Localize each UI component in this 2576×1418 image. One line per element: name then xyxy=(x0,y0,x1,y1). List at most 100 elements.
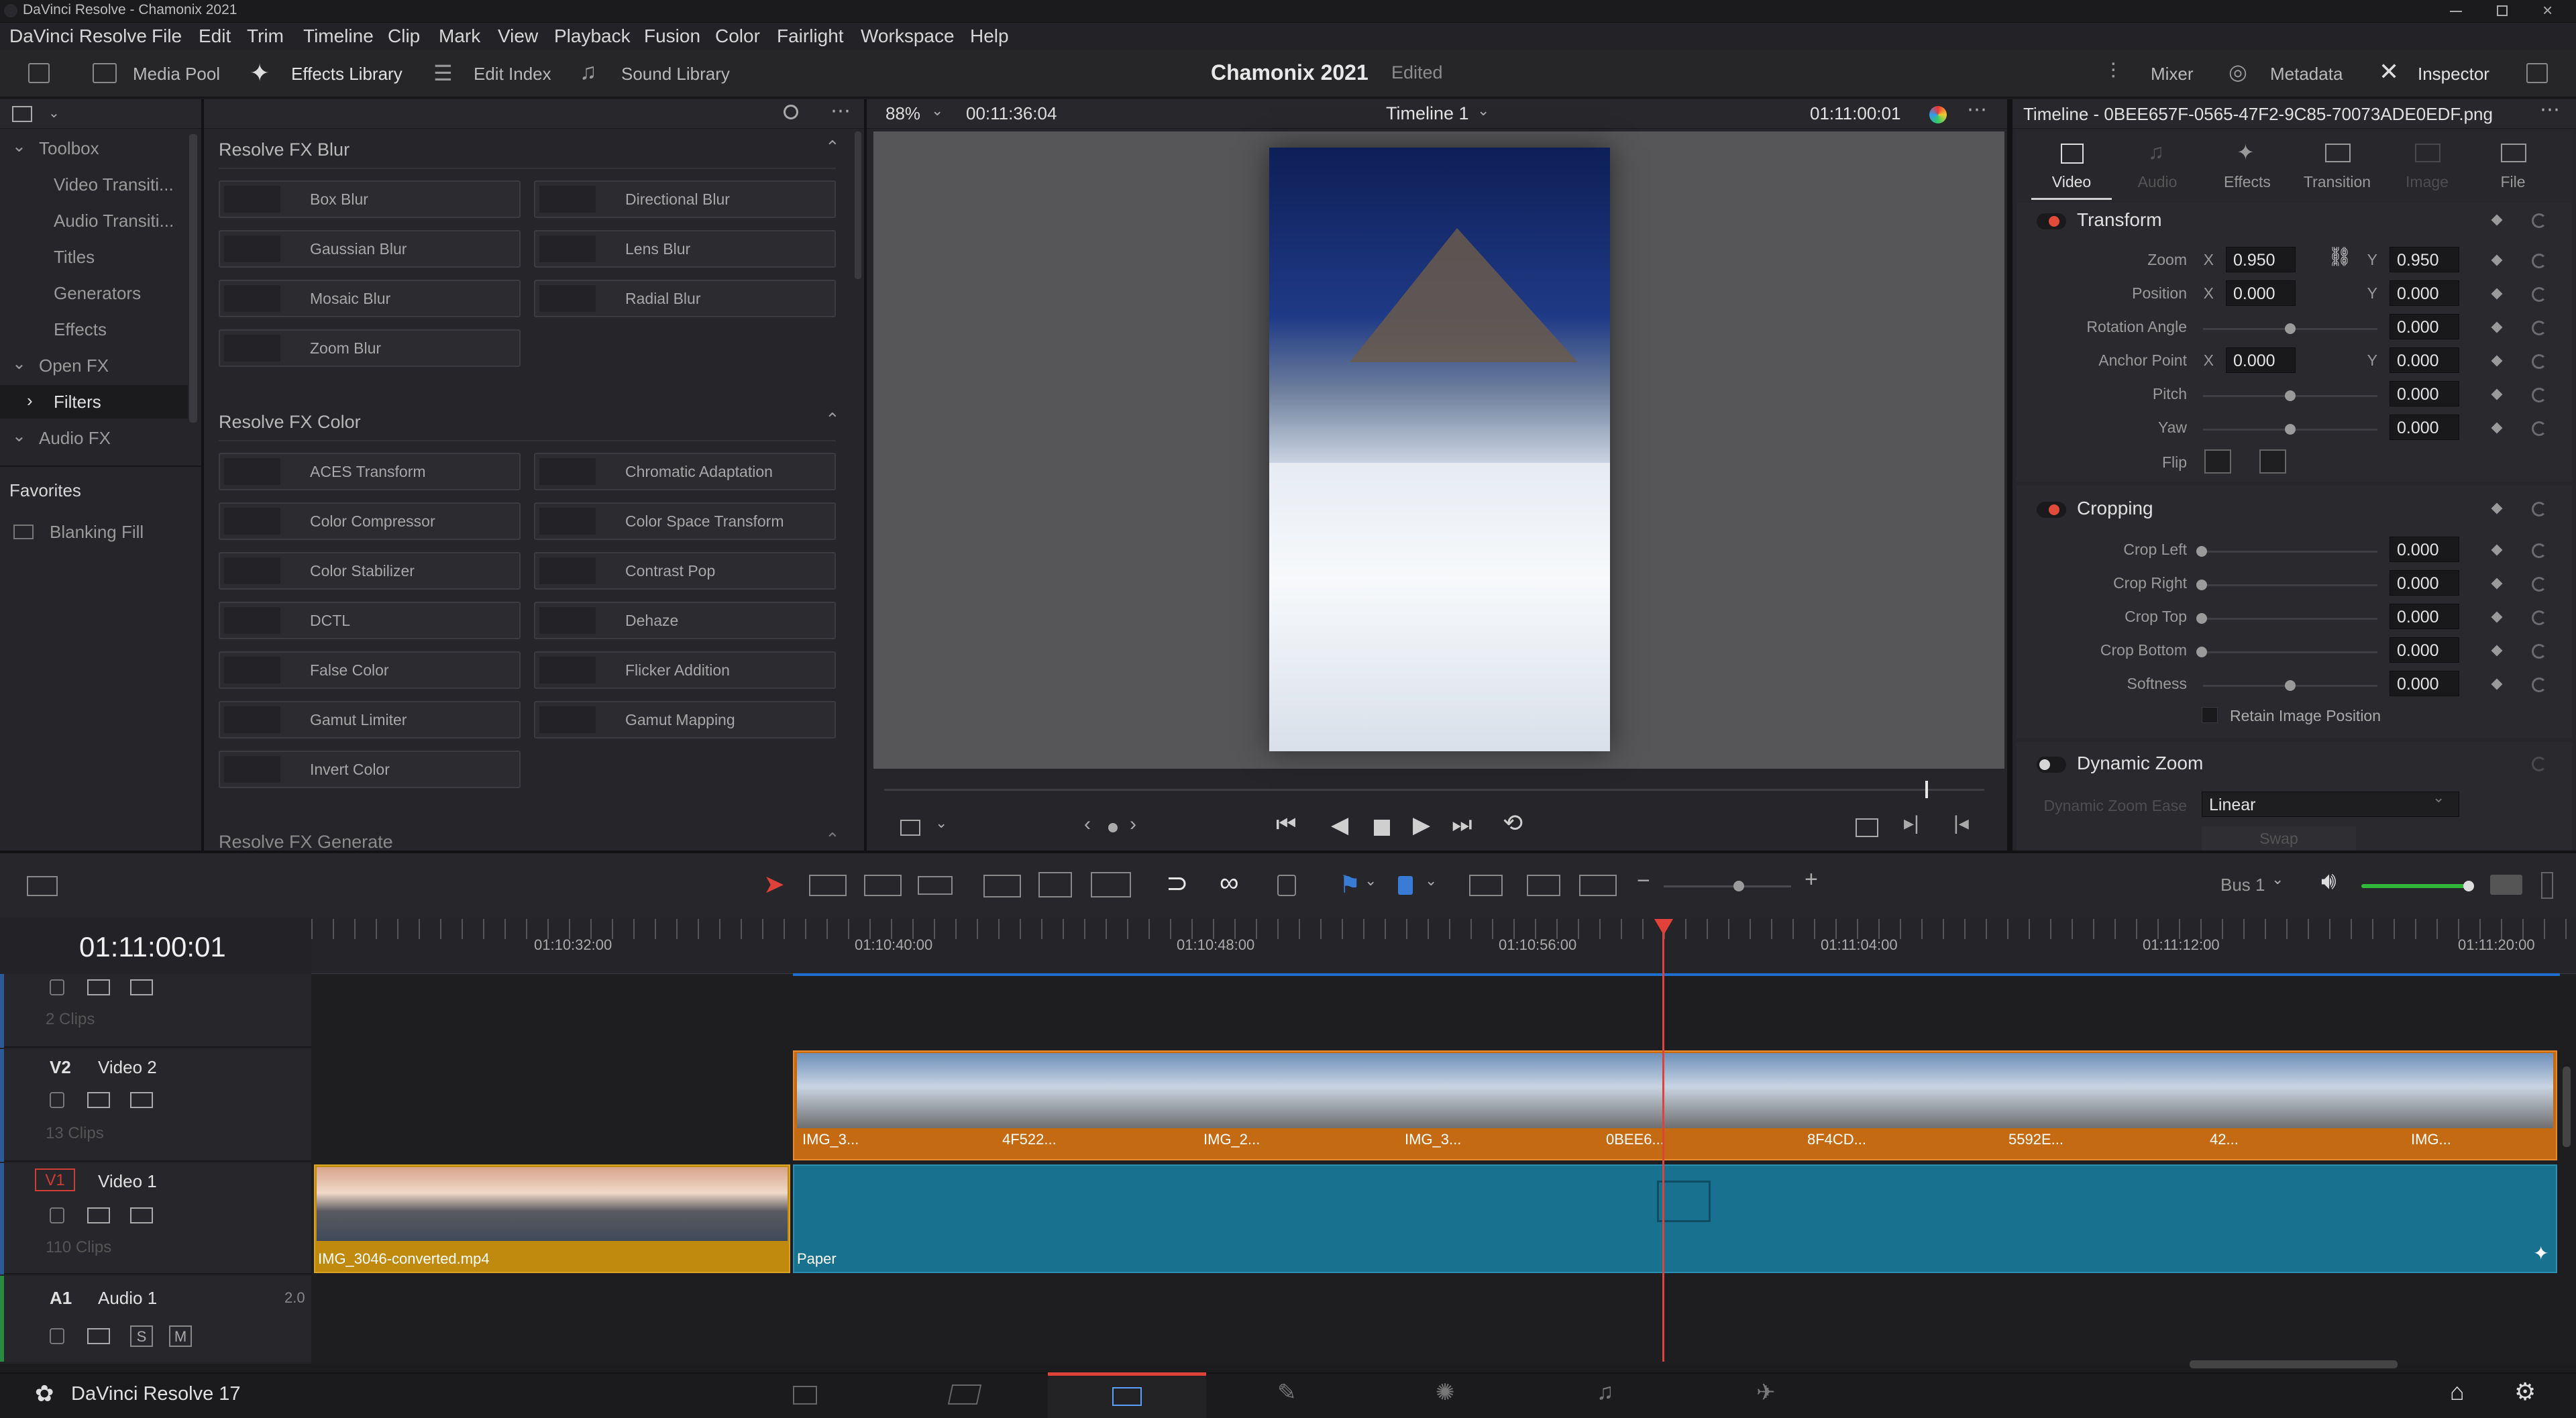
tab-image[interactable]: Image xyxy=(2387,135,2467,200)
timeline-selector[interactable]: Timeline 1 xyxy=(1386,103,1469,124)
collapse-icon[interactable]: ⌃ xyxy=(825,409,840,430)
tree-item-toolbox[interactable]: Toolbox xyxy=(39,138,99,159)
retain-position-checkbox[interactable] xyxy=(2202,707,2218,723)
effect-lens-blur[interactable]: Lens Blur xyxy=(534,230,836,268)
tree-selected-row[interactable]: › Filters xyxy=(0,385,188,419)
effect-aces-transform[interactable]: ACES Transform xyxy=(219,453,521,490)
tab-transition[interactable]: Transition xyxy=(2297,135,2377,200)
zoom-full-icon[interactable] xyxy=(1469,875,1503,896)
reset-icon[interactable] xyxy=(2532,677,2546,692)
home-icon[interactable]: ⌂ xyxy=(2450,1378,2465,1406)
collapse-icon[interactable]: ⌃ xyxy=(825,829,840,850)
media-page-icon[interactable] xyxy=(793,1386,817,1405)
chevron-down-icon[interactable]: ⌄ xyxy=(2432,789,2445,806)
collapse-icon[interactable]: ⌃ xyxy=(825,137,840,158)
v1-clip-label[interactable]: Paper xyxy=(797,1250,837,1268)
panel-toggle-right-icon[interactable] xyxy=(2526,63,2548,83)
tree-chevron-icon[interactable]: ⌄ xyxy=(12,426,26,446)
yaw-slider-knob[interactable] xyxy=(2285,424,2296,435)
v2-clip-label[interactable]: 8F4CD... xyxy=(1807,1131,1866,1148)
position-x-field[interactable]: 0.000 xyxy=(2226,280,2296,306)
media-pool-icon[interactable] xyxy=(93,63,117,83)
reset-icon[interactable] xyxy=(2532,421,2546,436)
zoom-in-icon[interactable]: + xyxy=(1805,867,1818,893)
reset-icon[interactable] xyxy=(2532,757,2546,771)
anchor-x-field[interactable]: 0.000 xyxy=(2226,347,2296,373)
effect-gaussian-blur[interactable]: Gaussian Blur xyxy=(219,230,521,268)
more-options-icon[interactable]: ⋯ xyxy=(830,99,851,123)
pitch-slider-knob[interactable] xyxy=(2285,390,2296,401)
menu-view[interactable]: View xyxy=(498,23,538,50)
v2-clip-label[interactable]: 0BEE6... xyxy=(1606,1131,1664,1148)
tab-video[interactable]: Video xyxy=(2031,135,2112,200)
auto-select-icon[interactable] xyxy=(87,1328,110,1344)
menu-mark[interactable]: Mark xyxy=(439,23,480,50)
solo-button[interactable]: S xyxy=(130,1325,153,1347)
blade-tool-icon[interactable] xyxy=(918,876,953,895)
go-to-end-icon[interactable]: ⏭ xyxy=(1452,812,1472,838)
dynamic-trim-icon[interactable] xyxy=(864,875,902,896)
volume-knob[interactable] xyxy=(2463,881,2474,891)
crop-right-field[interactable]: 0.000 xyxy=(2390,570,2459,596)
reset-icon[interactable] xyxy=(2532,502,2546,516)
effect-flicker-addition[interactable]: Flicker Addition xyxy=(534,651,836,689)
reset-icon[interactable] xyxy=(2532,644,2546,659)
zoom-x-field[interactable]: 0.950 xyxy=(2226,247,2296,272)
timeline-vertical-scrollbar[interactable] xyxy=(2563,1067,2571,1147)
a1-track-name[interactable]: Audio 1 xyxy=(98,1288,157,1309)
timeline-view-options-icon[interactable] xyxy=(27,876,58,896)
loop-icon[interactable]: ⟲ xyxy=(1503,809,1523,837)
effect-color-stabilizer[interactable]: Color Stabilizer xyxy=(219,552,521,590)
chevron-down-icon[interactable]: ⌄ xyxy=(1477,102,1489,119)
lock-icon[interactable] xyxy=(50,1328,64,1344)
chevron-down-icon[interactable]: ⌄ xyxy=(1364,872,1377,889)
v2-track-id[interactable]: V2 xyxy=(50,1057,71,1078)
match-frame-icon[interactable] xyxy=(1856,818,1878,837)
tree-item-effects[interactable]: Effects xyxy=(54,319,107,340)
insert-clip-icon[interactable] xyxy=(983,875,1021,897)
crop-left-slider[interactable] xyxy=(2203,551,2377,553)
timeline-zoom-slider[interactable] xyxy=(1664,885,1791,887)
volume-icon[interactable]: 🔊︎ xyxy=(2321,867,2337,895)
sound-library-button[interactable]: Sound Library xyxy=(621,62,730,86)
effects-library-icon[interactable]: ✦ xyxy=(250,59,270,87)
menu-clip[interactable]: Clip xyxy=(388,23,420,50)
v1-clip-label[interactable]: IMG_3046-converted.mp4 xyxy=(318,1250,490,1268)
sound-library-icon[interactable]: ♫ xyxy=(580,59,597,85)
zoom-y-field[interactable]: 0.950 xyxy=(2390,247,2459,272)
search-icon[interactable] xyxy=(784,105,798,119)
effect-zoom-blur[interactable]: Zoom Blur xyxy=(219,329,521,367)
snapping-icon[interactable]: ⊃ xyxy=(1166,868,1189,899)
zoom-out-icon[interactable]: − xyxy=(1637,868,1650,894)
flip-vertical-icon[interactable] xyxy=(2259,449,2286,474)
crop-top-slider[interactable] xyxy=(2203,618,2377,620)
effect-dehaze[interactable]: Dehaze xyxy=(534,602,836,639)
reset-icon[interactable] xyxy=(2532,254,2546,268)
menu-playback[interactable]: Playback xyxy=(554,23,631,50)
fusion-page-icon[interactable]: ✎ xyxy=(1277,1379,1297,1406)
effect-box-blur[interactable]: Box Blur xyxy=(219,180,521,218)
mute-button[interactable]: M xyxy=(169,1325,192,1347)
tab-audio[interactable]: ♫ Audio xyxy=(2117,135,2198,200)
reset-icon[interactable] xyxy=(2532,543,2546,558)
tree-item-audio-transitions[interactable]: Audio Transiti... xyxy=(54,211,174,231)
close-icon[interactable]: × xyxy=(2542,0,2553,21)
playhead-line[interactable] xyxy=(1662,932,1664,1362)
prev-clip-icon[interactable]: |◂ xyxy=(1953,812,1969,835)
lock-icon[interactable] xyxy=(50,979,64,995)
clip-effect-icon[interactable]: ✦ xyxy=(2533,1242,2548,1264)
timeline-horizontal-scrollbar[interactable] xyxy=(2190,1360,2398,1368)
menu-davinci-resolve[interactable]: DaVinci Resolve xyxy=(9,23,147,50)
tree-item-titles[interactable]: Titles xyxy=(54,247,95,268)
dynamic-zoom-ease-select[interactable]: Linear xyxy=(2202,792,2459,817)
marker-icon[interactable] xyxy=(1398,876,1413,895)
track-visibility-icon[interactable] xyxy=(130,979,153,995)
effect-radial-blur[interactable]: Radial Blur xyxy=(534,280,836,317)
v1-track-id[interactable]: V1 xyxy=(35,1168,75,1191)
bus-selector[interactable]: Bus 1 xyxy=(2220,875,2265,895)
viewer-size-icon[interactable] xyxy=(900,820,920,836)
jog-right-icon[interactable]: › xyxy=(1130,813,1136,836)
v2-clip-label[interactable]: 4F522... xyxy=(1002,1131,1057,1148)
reset-icon[interactable] xyxy=(2532,213,2546,228)
chevron-down-icon[interactable]: ⌄ xyxy=(2271,871,2284,888)
